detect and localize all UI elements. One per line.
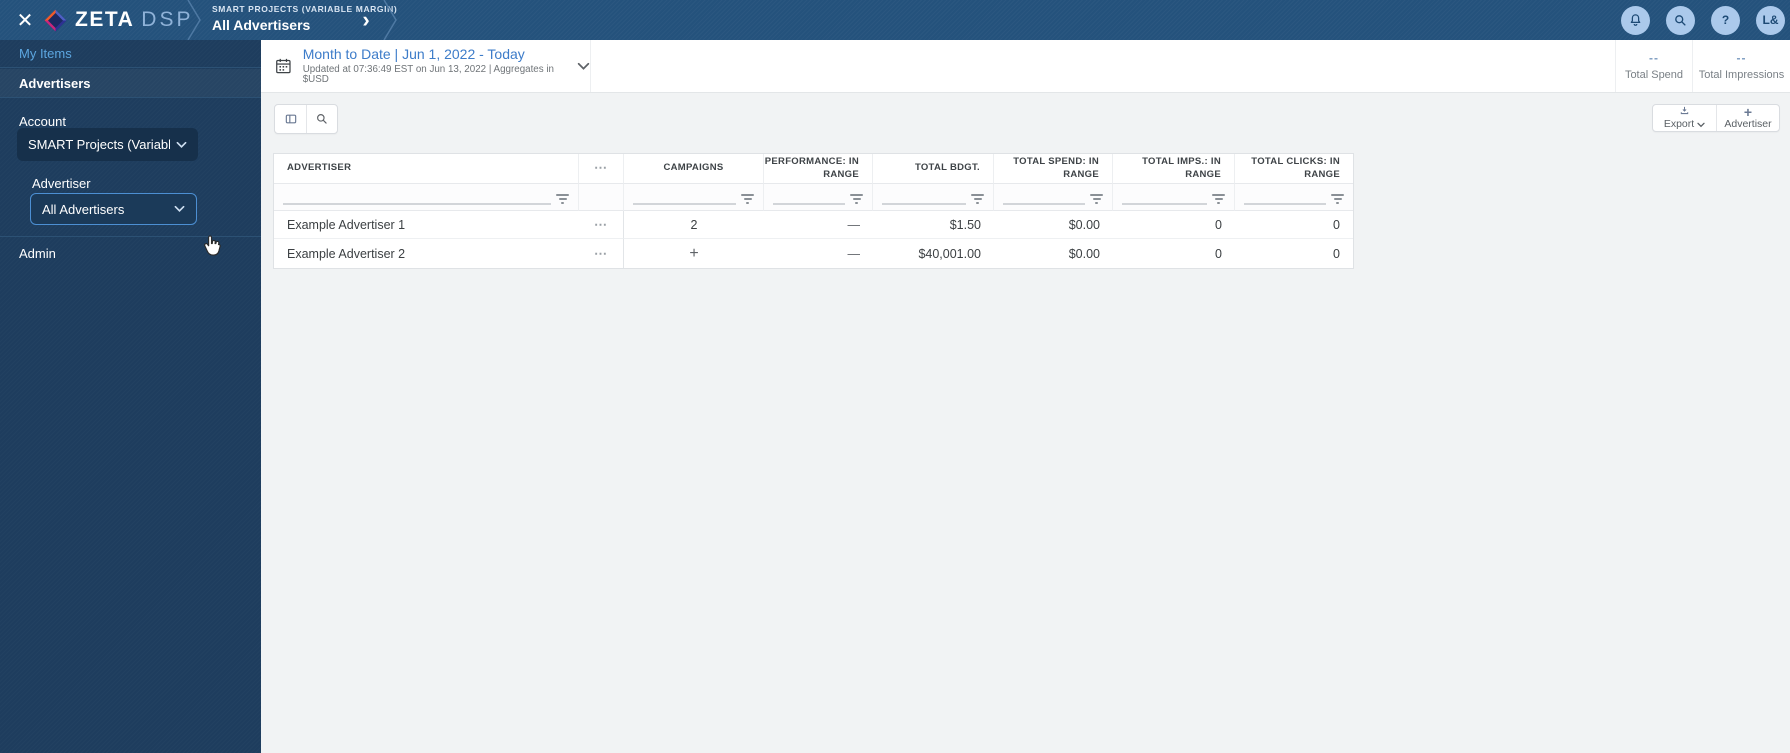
row-menu[interactable]: ⋯ [579, 211, 624, 239]
cell-performance: — [764, 211, 873, 239]
user-avatar[interactable]: L& [1756, 5, 1785, 35]
cell-total-imps: 0 [1113, 211, 1235, 239]
chevron-down-icon [174, 205, 185, 213]
filter-total-clicks[interactable] [1235, 184, 1353, 211]
more-options-icon: ⋯ [594, 160, 608, 176]
filter-icon[interactable] [850, 194, 863, 204]
header-cell-total-budget[interactable]: TOTAL BDGT. [873, 154, 994, 184]
search-icon [317, 114, 327, 124]
cell-total-spend: $0.00 [994, 239, 1113, 268]
filter-campaigns[interactable] [624, 184, 764, 211]
global-search-button[interactable] [1666, 5, 1695, 35]
export-button[interactable]: Export [1653, 105, 1716, 131]
filter-icon[interactable] [971, 194, 984, 204]
cell-campaigns[interactable]: 2 [624, 211, 764, 239]
date-range-title: Month to Date | Jun 1, 2022 - Today [302, 46, 525, 63]
sidebar-item-my-items[interactable]: My Items [0, 40, 261, 68]
cell-total-clicks: 0 [1235, 239, 1353, 268]
more-options-icon: ⋯ [594, 216, 608, 232]
date-range-text: Month to Date | Jun 1, 2022 - Today Upda… [303, 47, 565, 85]
sidebar: My Items Advertisers Account SMART Proje… [0, 40, 261, 753]
columns-button[interactable] [275, 105, 306, 133]
total-spend-label: Total Spend [1624, 68, 1684, 81]
help-button[interactable]: ? [1711, 5, 1740, 35]
advertiser-section-label: Advertiser [32, 176, 91, 191]
header-cell-campaigns[interactable]: CAMPAIGNS [624, 154, 764, 184]
table-actions: Export + Advertiser [1652, 104, 1780, 132]
notifications-button[interactable] [1621, 5, 1650, 35]
brand-name: ZETA [75, 8, 135, 31]
mouse-cursor-icon [204, 235, 221, 256]
sidebar-item-advertisers[interactable]: Advertisers [0, 69, 261, 98]
chevron-right-icon[interactable]: › [357, 0, 375, 40]
add-advertiser-button[interactable]: + Advertiser [1716, 105, 1779, 131]
filter-icon[interactable] [1090, 194, 1103, 204]
account-select-value: SMART Projects (Variable M [28, 137, 170, 152]
account-select[interactable]: SMART Projects (Variable M [17, 128, 198, 161]
brand-logo: ZETA DSP [44, 0, 193, 40]
cell-advertiser-name[interactable]: Example Advertiser 1 [274, 211, 579, 239]
plus-icon: + [689, 244, 699, 262]
zeta-diamond-icon [44, 9, 67, 31]
filter-total-imps[interactable] [1113, 184, 1235, 211]
chevron-down-icon [1697, 122, 1705, 127]
cell-advertiser-name[interactable]: Example Advertiser 2 [274, 239, 579, 268]
advertiser-select[interactable]: All Advertisers [30, 193, 197, 225]
table-search-button[interactable] [306, 105, 337, 133]
header-cell-total-clicks[interactable]: TOTAL CLICKS: IN RANGE [1235, 154, 1353, 184]
filter-icon[interactable] [1212, 194, 1225, 204]
grid-view-toolbar [274, 104, 338, 134]
add-advertiser-button-label: Advertiser [1724, 117, 1772, 130]
bell-icon [1630, 13, 1641, 26]
date-range-subtitle: Updated at 07:36:49 EST on Jun 13, 2022 … [302, 64, 555, 85]
filter-total-budget[interactable] [873, 184, 994, 211]
filter-icon[interactable] [741, 194, 754, 204]
advertiser-select-value: All Advertisers [42, 201, 125, 217]
filter-spacer [579, 184, 624, 211]
topbar-actions: ? L& [1621, 0, 1785, 40]
date-range-picker[interactable]: Month to Date | Jun 1, 2022 - Today Upda… [261, 40, 591, 92]
chevron-down-icon[interactable] [577, 62, 590, 71]
download-icon [1680, 107, 1689, 115]
plus-icon: + [1743, 104, 1753, 120]
total-impressions-value: -- [1736, 50, 1747, 65]
cell-total-budget: $40,001.00 [873, 239, 994, 268]
header-cell-advertiser[interactable]: ADVERTISER [274, 154, 579, 184]
cell-total-budget: $1.50 [873, 211, 994, 239]
more-options-icon: ⋯ [594, 245, 608, 261]
chevron-down-icon [176, 141, 187, 149]
account-section-label: Account [19, 114, 66, 129]
close-icon[interactable]: ✕ [10, 0, 40, 40]
cell-total-clicks: 0 [1235, 211, 1353, 239]
header-cell-total-imps[interactable]: TOTAL IMPS.: IN RANGE [1113, 154, 1235, 184]
filter-advertiser[interactable] [274, 184, 579, 211]
cell-total-imps: 0 [1113, 239, 1235, 268]
columns-icon [285, 114, 296, 124]
header-cell-performance[interactable]: PERFORMANCE: IN RANGE [764, 154, 873, 184]
app-window: ✕ ZETA DSP SMART PROJECTS (VARIABLE MARG… [0, 0, 1790, 753]
breadcrumb-separator-icon [383, 0, 397, 40]
header-more-options[interactable]: ⋯ [579, 154, 624, 184]
filter-icon[interactable] [1331, 194, 1344, 204]
total-spend-value: -- [1649, 50, 1659, 65]
calendar-icon [276, 58, 291, 74]
cell-performance: — [764, 239, 873, 268]
filter-total-spend[interactable] [994, 184, 1113, 211]
advertisers-table: ADVERTISER ⋯ CAMPAIGNS PERFORMANCE: IN R… [273, 153, 1354, 269]
total-impressions-stat: -- Total Impressions [1692, 40, 1790, 92]
search-icon [1675, 14, 1686, 26]
breadcrumb-separator-icon [187, 0, 201, 40]
cell-total-spend: $0.00 [994, 211, 1113, 239]
filter-icon[interactable] [556, 194, 569, 204]
top-bar: ✕ ZETA DSP SMART PROJECTS (VARIABLE MARG… [0, 0, 1790, 40]
header-cell-total-spend[interactable]: TOTAL SPEND: IN RANGE [994, 154, 1113, 184]
row-menu[interactable]: ⋯ [579, 239, 624, 268]
filter-performance[interactable] [764, 184, 873, 211]
total-impressions-label: Total Impressions [1698, 68, 1785, 81]
total-spend-stat: -- Total Spend [1615, 40, 1692, 92]
export-button-label: Export [1663, 118, 1695, 131]
add-campaign-button[interactable]: + [624, 239, 764, 268]
page-header: Month to Date | Jun 1, 2022 - Today Upda… [261, 40, 1790, 93]
